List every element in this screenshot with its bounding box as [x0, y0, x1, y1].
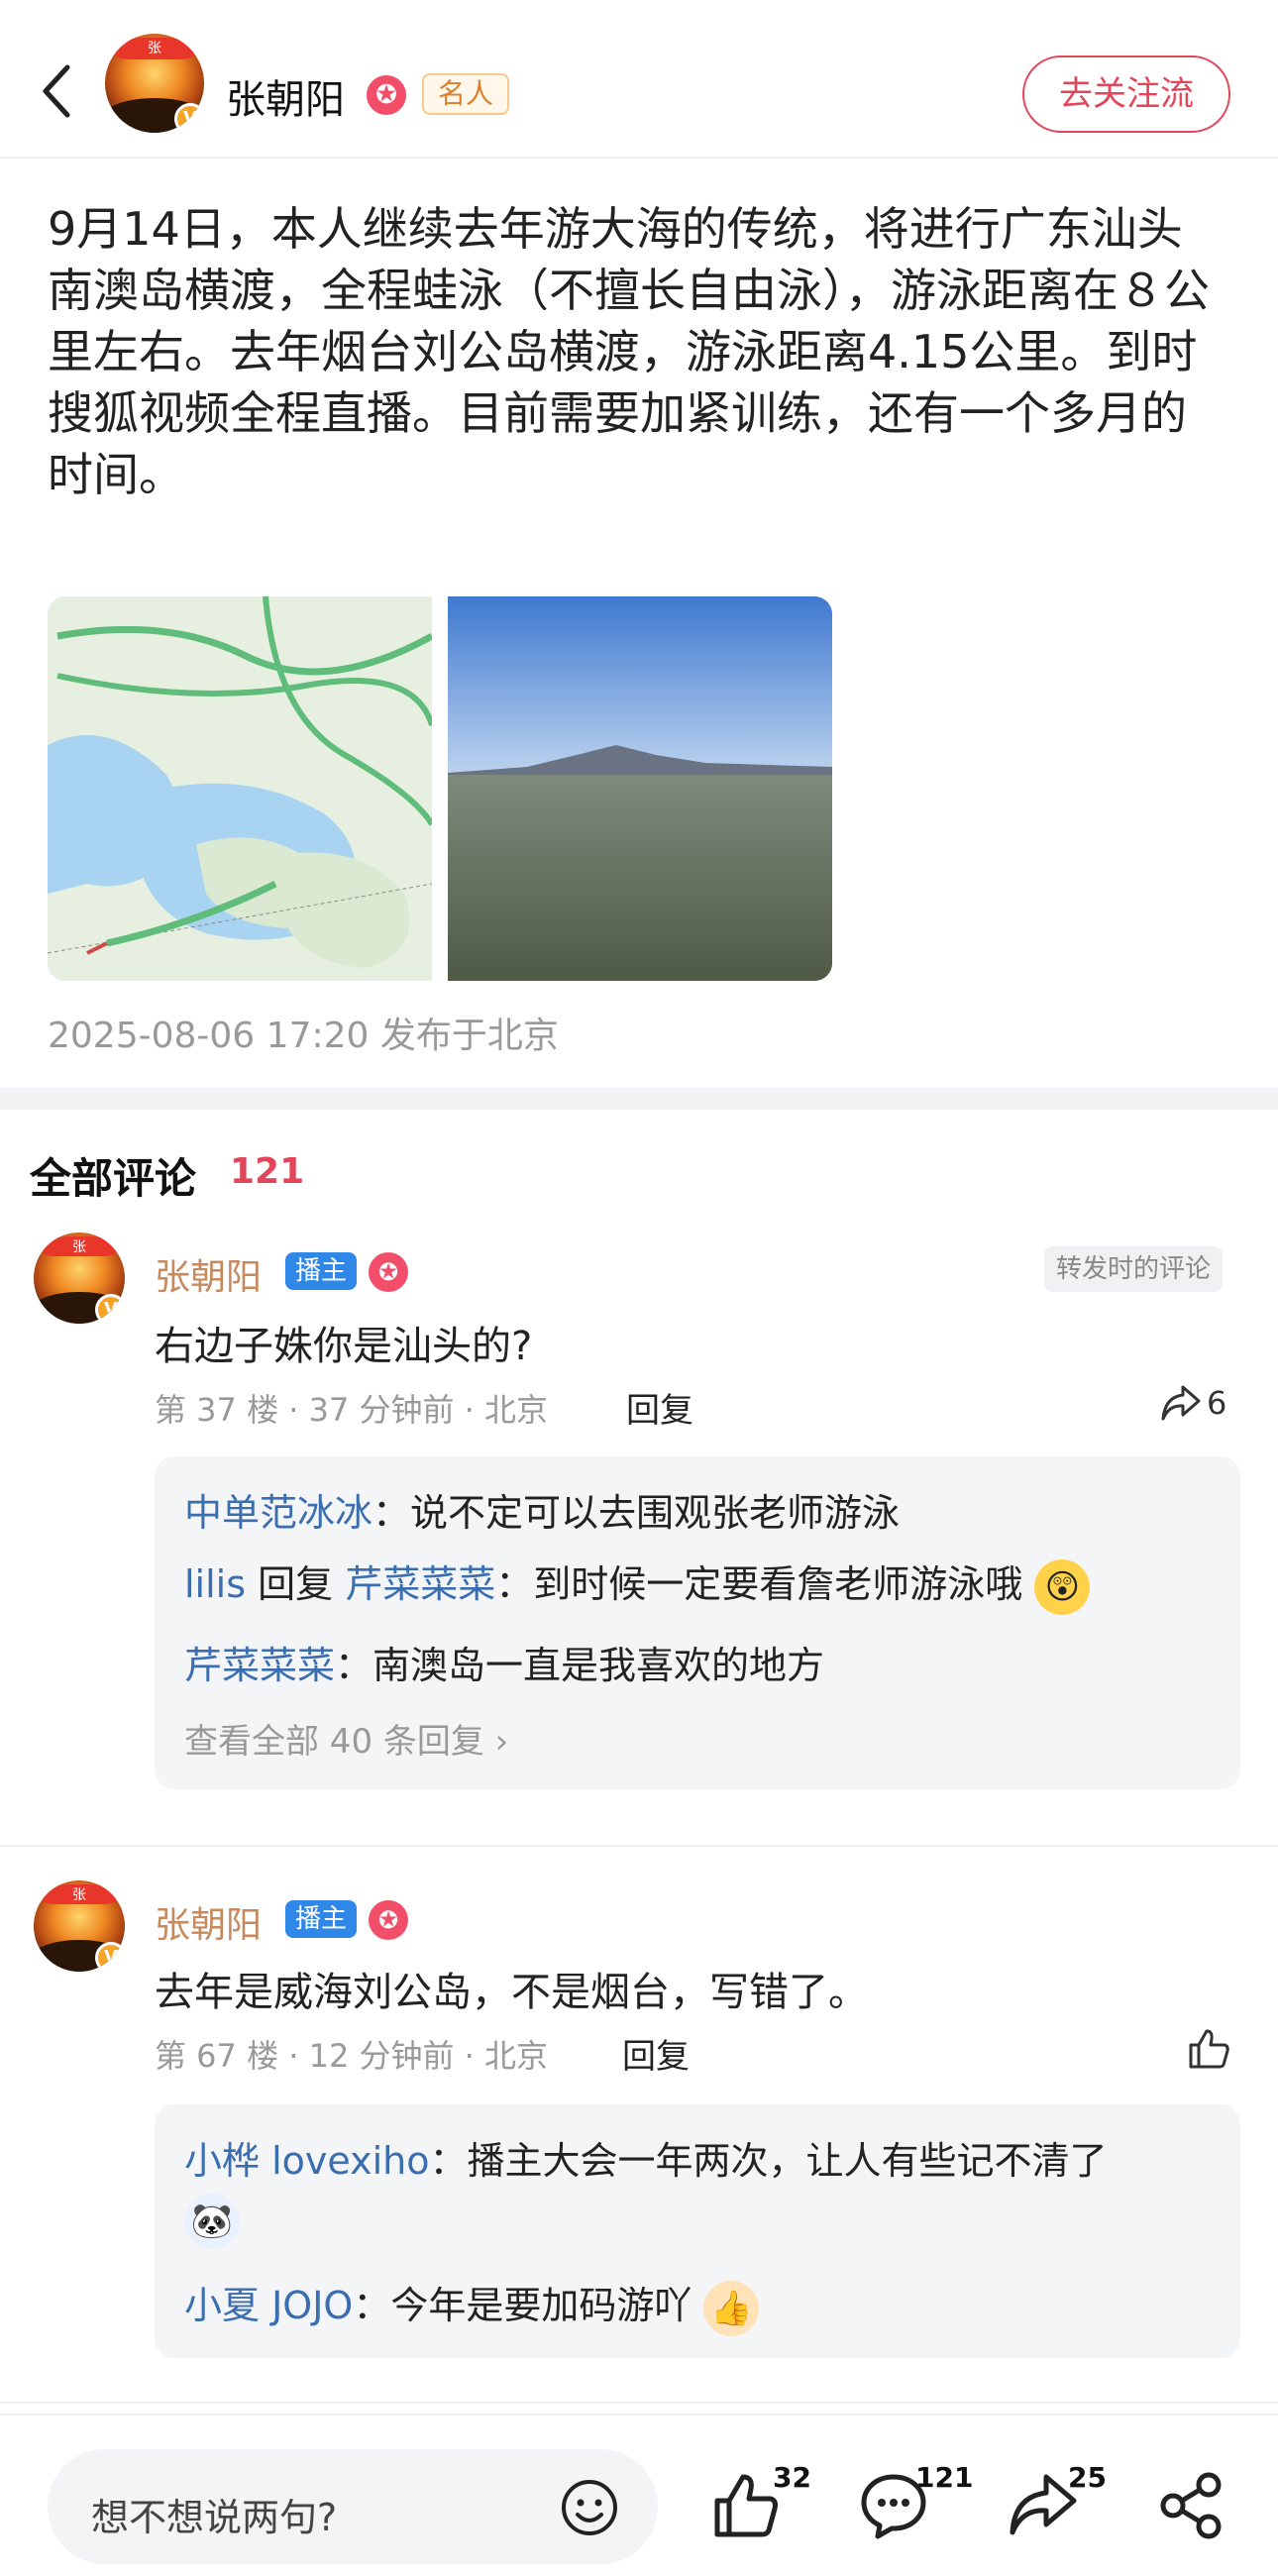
- comment-meta: 第 67 楼 · 12 分钟前 · 北京: [155, 2037, 548, 2075]
- weibo-share-icon[interactable]: [1157, 2471, 1226, 2540]
- reply-sep: ：: [495, 1562, 534, 1606]
- forward-comment-tag: 转发时的评论: [1044, 1246, 1224, 1292]
- comments-title: 全部评论: [30, 1154, 197, 1203]
- host-tag: 播主: [285, 1252, 358, 1290]
- cartoon-emoji-icon: 🐼: [184, 2194, 240, 2249]
- reply-user[interactable]: lilis: [184, 1562, 246, 1606]
- reply-text: 今年是要加码游吖: [390, 2284, 692, 2327]
- author-avatar[interactable]: 张 V: [105, 34, 204, 133]
- celebrity-tag: 名人: [422, 73, 510, 115]
- verified-icon: V: [95, 1942, 125, 1972]
- comment-avatar[interactable]: 张 V: [34, 1233, 125, 1324]
- comment-divider: [0, 1845, 1278, 1847]
- top-header: 张 V 张朝阳 ✪ 名人 去关注流: [0, 0, 1278, 159]
- share-count: 25: [1068, 2461, 1107, 2494]
- reply-sep: ：: [335, 1644, 373, 1687]
- reply-user[interactable]: 中单范冰冰: [184, 1491, 373, 1535]
- reply-item[interactable]: 小桦 lovexiho：播主大会一年两次，让人有些记不清了: [184, 2130, 1108, 2185]
- comment-meta: 第 37 楼 · 37 分钟前 · 北京: [155, 1391, 548, 1429]
- comment-divider: [0, 2402, 1278, 2404]
- comment-text: 右边子姝你是汕头的?: [155, 1324, 533, 1369]
- section-divider: [0, 1088, 1278, 1110]
- reply-user[interactable]: 小夏 JOJO: [184, 2284, 353, 2327]
- reply-item[interactable]: 小夏 JOJO：今年是要加码游吖 👍: [184, 2275, 760, 2336]
- avatar-crest: 张: [43, 1883, 116, 1904]
- reply-text: 到时候一定要看詹老师游泳哦: [533, 1562, 1023, 1606]
- comment-count: 121: [915, 2461, 974, 2494]
- reply-user[interactable]: 小桦 lovexiho: [184, 2139, 429, 2183]
- post-meta: 2025-08-06 17:20 发布于北京: [48, 1016, 559, 1056]
- reply-thread[interactable]: 小桦 lovexiho：播主大会一年两次，让人有些记不清了 🐼 小夏 JOJO：…: [155, 2104, 1240, 2358]
- verified-icon: V: [174, 103, 204, 133]
- reply-mid: 回复: [246, 1562, 346, 1606]
- reply-sep: ：: [429, 2139, 468, 2183]
- comment-text: 去年是威海刘公岛，不是烟台，写错了。: [155, 1970, 868, 2015]
- surprised-emoji-icon: 😲: [1034, 1558, 1091, 1615]
- comment-share-button[interactable]: 6: [1159, 1383, 1226, 1423]
- back-arrow-icon[interactable]: [38, 61, 77, 121]
- avatar-crest: 张: [115, 38, 194, 59]
- view-all-replies-link[interactable]: 查看全部 40 条回复 ›: [184, 1714, 508, 1763]
- comment-author[interactable]: 张朝阳: [155, 1896, 262, 1948]
- star-badge-icon: ✪: [367, 75, 406, 115]
- star-badge-icon: ✪: [369, 1252, 408, 1292]
- share-arrow-icon: [1161, 1385, 1201, 1421]
- reply-sep: ：: [353, 2284, 391, 2327]
- host-tag: 播主: [285, 1900, 358, 1938]
- reply-button[interactable]: 回复: [626, 1383, 693, 1432]
- reply-item[interactable]: 芹菜菜菜：南澳岛一直是我喜欢的地方: [184, 1635, 824, 1689]
- star-badge-icon: ✪: [369, 1900, 408, 1940]
- post-text: 9月14日，本人继续去年游大海的传统，将进行广东汕头南澳岛横渡，全程蛙泳（不擅长…: [48, 202, 1210, 501]
- follow-button[interactable]: 去关注流: [1022, 55, 1230, 133]
- post-image-map[interactable]: [48, 596, 432, 981]
- reply-text: 南澳岛一直是我喜欢的地方: [373, 1644, 825, 1687]
- author-name[interactable]: 张朝阳: [226, 67, 345, 125]
- thumbs-up-emoji-icon: 👍: [703, 2280, 760, 2336]
- reply-item[interactable]: 中单范冰冰：说不定可以去围观张老师游泳: [184, 1482, 900, 1537]
- bottom-action-bar: 想不想说两句? 32 121 25: [0, 2414, 1278, 2576]
- reply-target[interactable]: 芹菜菜菜: [345, 1562, 495, 1606]
- comment-avatar[interactable]: 张 V: [34, 1880, 125, 1972]
- post-image-sea[interactable]: [448, 596, 832, 981]
- comment-input[interactable]: 想不想说两句?: [48, 2449, 658, 2564]
- reply-user[interactable]: 芹菜菜菜: [184, 1644, 335, 1687]
- reply-text: 播主大会一年两次，让人有些记不清了: [467, 2139, 1108, 2183]
- reply-item[interactable]: lilis 回复 芹菜菜菜：到时候一定要看詹老师游泳哦 😲: [184, 1554, 1091, 1615]
- avatar-crest: 张: [43, 1235, 116, 1256]
- share-count: 6: [1207, 1384, 1227, 1422]
- reply-text: 说不定可以去围观张老师游泳: [410, 1491, 901, 1535]
- smile-icon[interactable]: [559, 2477, 620, 2538]
- like-count: 32: [773, 2461, 811, 2494]
- reply-button[interactable]: 回复: [622, 2029, 690, 2078]
- thumbs-up-icon[interactable]: [1187, 2027, 1230, 2071]
- thumbs-up-icon[interactable]: [711, 2471, 781, 2540]
- comment-input-placeholder: 想不想说两句?: [91, 2496, 338, 2539]
- reply-thread[interactable]: 中单范冰冰：说不定可以去围观张老师游泳 lilis 回复 芹菜菜菜：到时候一定要…: [155, 1456, 1240, 1789]
- comment-author[interactable]: 张朝阳: [155, 1248, 262, 1300]
- verified-icon: V: [95, 1294, 125, 1324]
- comments-count: 121: [230, 1151, 305, 1192]
- reply-sep: ：: [373, 1491, 411, 1535]
